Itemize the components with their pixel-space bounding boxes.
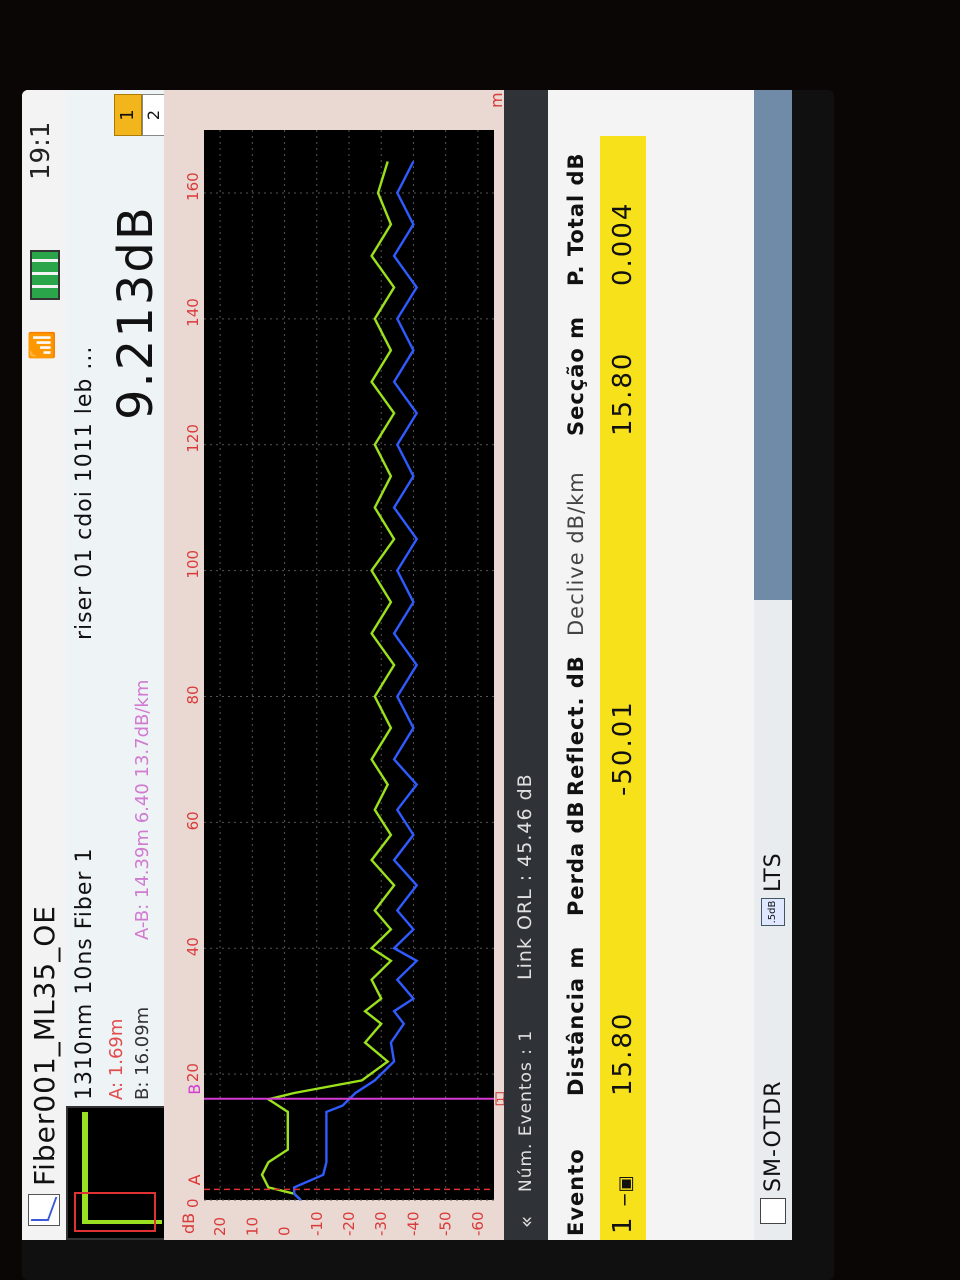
trace-graph-area[interactable]: 20 10 0 -10 -20 -30 -40 -50 -60 0 20 40 60 80 100 120 1…	[164, 90, 504, 1240]
y-tick-label: -60	[469, 1212, 487, 1237]
cursor-b-label: B	[185, 1084, 204, 1095]
col-section: Secção m	[564, 315, 588, 436]
col-slope: Declive dB/km	[564, 471, 588, 636]
battery-icon	[30, 250, 60, 300]
event-marker-label: 1	[496, 1096, 504, 1102]
y-tick-labels: 20 10 0 -10 -20 -30 -40 -50 -60	[211, 1212, 487, 1237]
reflective-event-icon: ─▣	[615, 1173, 636, 1206]
otdr-trace-plot[interactable]: 20 10 0 -10 -20 -30 -40 -50 -60 0204060801001201…	[164, 90, 504, 1240]
x-tick-label: 80	[184, 685, 202, 704]
x-tick-labels: 0 20 40 60 80 100 120 140 160	[184, 172, 202, 1208]
cursor-a-readout: A: 1.69m	[106, 1018, 127, 1100]
total-cell: 0.004	[600, 136, 646, 286]
x-tick-label: 20	[184, 1063, 202, 1082]
col-distance: Distância m	[564, 945, 588, 1096]
lts-icon: .5dB	[761, 898, 785, 926]
x-tick-label: 120	[184, 424, 202, 453]
cursor-b-readout: B: 16.09m	[132, 1006, 153, 1100]
x-unit-label: m	[487, 92, 504, 108]
otdr-app: Fiber001_ML35_OE 📶 19:1 1310nm 10ns Fibe…	[22, 90, 792, 1240]
x-tick-label: 0	[184, 1198, 202, 1208]
total-loss-value: 9.213dB	[108, 205, 164, 420]
tab-lts[interactable]: .5dB LTS	[754, 600, 792, 940]
event-count: Núm. Eventos : 1	[516, 1029, 536, 1192]
collapse-icon[interactable]: «	[514, 1216, 538, 1228]
table-row[interactable]: 1 ─▣ 15.80 -50.01 15.80 0.004	[600, 136, 646, 1240]
y-unit-label: dB	[179, 1213, 198, 1234]
wifi-icon: 📶	[28, 330, 56, 360]
x-tick-label: 40	[184, 937, 202, 956]
y-tick-label: 20	[211, 1217, 229, 1236]
x-tick-label: 160	[184, 172, 202, 201]
cursor-ab-readout: A-B: 14.39m 6.40 13.7dB/km	[132, 679, 153, 940]
loss-cell	[600, 796, 646, 916]
tab-sm-otdr[interactable]: SM-OTDR	[754, 940, 792, 1240]
cursor-a-label: A	[185, 1174, 204, 1185]
y-tick-label: -10	[308, 1212, 326, 1237]
x-tick-label: 100	[184, 550, 202, 579]
distance-cell: 15.80	[600, 916, 646, 1096]
events-header: « Núm. Eventos : 1 Link ORL : 45.46 dB	[504, 90, 548, 1240]
x-tick-label: 60	[184, 811, 202, 830]
y-tick-label: 10	[243, 1217, 261, 1236]
trace-overview-thumbnail[interactable]	[66, 1106, 168, 1240]
file-name: Fiber001_ML35_OE	[27, 905, 61, 1186]
trace-1-button[interactable]: 1	[114, 94, 142, 136]
section-cell: 15.80	[600, 286, 646, 436]
device-screen: Fiber001_ML35_OE 📶 19:1 1310nm 10ns Fibe…	[22, 90, 834, 1280]
tab-sm-otdr-label: SM-OTDR	[760, 1080, 786, 1192]
table-header-row: Evento Distância m Perda dB Reflect. dB …	[552, 136, 600, 1240]
footer-spacer	[754, 90, 792, 600]
x-tick-label: 140	[184, 298, 202, 327]
footer-tabs: SM-OTDR .5dB LTS	[754, 90, 792, 1240]
events-table: Evento Distância m Perda dB Reflect. dB …	[552, 136, 646, 1240]
col-reflect: Reflect. dB	[564, 655, 588, 796]
tab-lts-label: LTS	[760, 852, 786, 892]
title-bar: Fiber001_ML35_OE 📶 19:1	[22, 90, 67, 1240]
trace-2-button[interactable]: 2	[142, 94, 166, 136]
trace-file-icon[interactable]	[28, 1194, 60, 1226]
reflect-cell: -50.01	[600, 636, 646, 796]
overview-zoom-box[interactable]	[74, 1192, 156, 1232]
y-tick-label: -50	[437, 1212, 455, 1237]
col-event: Evento	[564, 1148, 588, 1236]
y-tick-label: 0	[276, 1226, 294, 1236]
y-tick-label: -30	[372, 1212, 390, 1237]
event-cell: 1 ─▣	[600, 1096, 646, 1240]
event-number: 1	[608, 1215, 638, 1234]
fiber-description: riser 01 cdoi 1011 leb ...	[72, 345, 97, 640]
link-orl: Link ORL : 45.46 dB	[514, 773, 536, 980]
events-panel: « Núm. Eventos : 1 Link ORL : 45.46 dB E…	[504, 90, 754, 1240]
y-tick-label: -20	[340, 1212, 358, 1237]
info-panel: 1310nm 10ns Fiber 1 riser 01 cdoi 1011 l…	[66, 90, 168, 1240]
col-loss: Perda dB	[564, 800, 588, 916]
col-total: P. Total dB	[564, 152, 588, 286]
y-tick-label: -40	[404, 1212, 422, 1237]
acquisition-params: 1310nm 10ns Fiber 1	[72, 847, 97, 1100]
otdr-icon	[760, 1198, 786, 1224]
slope-cell	[600, 436, 646, 636]
clock: 19:1	[26, 121, 56, 180]
